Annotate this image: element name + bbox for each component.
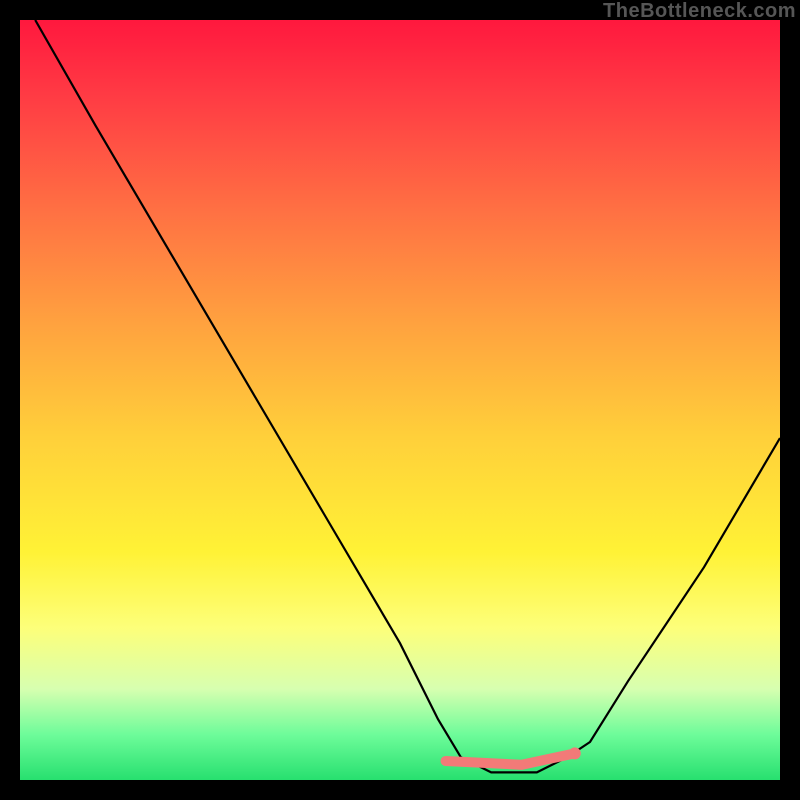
chart-container: TheBottleneck.com: [0, 0, 800, 800]
curve-line: [35, 20, 780, 772]
marker-dot: [569, 747, 581, 759]
bottleneck-curve: [20, 20, 780, 780]
gradient-plot-area: [20, 20, 780, 780]
